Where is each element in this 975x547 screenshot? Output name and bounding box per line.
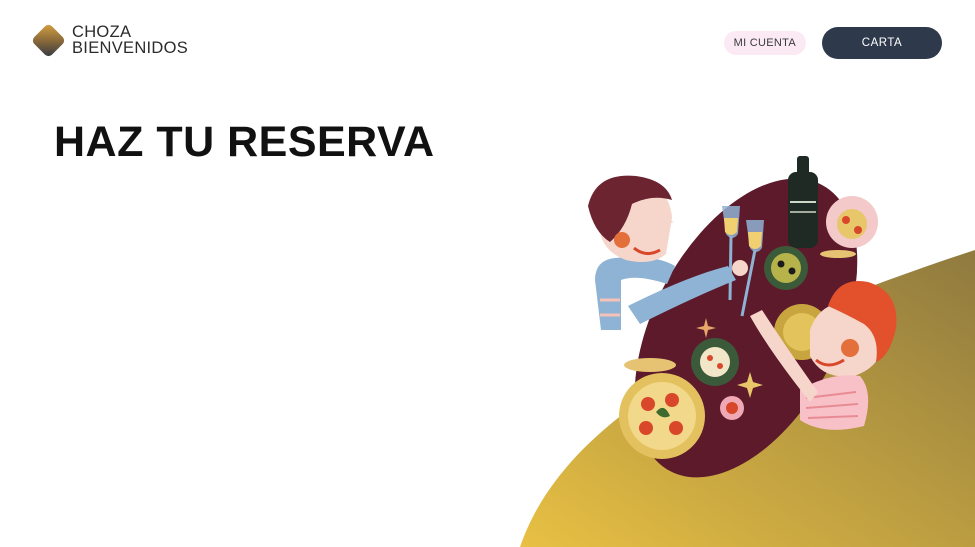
brand-text: CHOZA BIENVENIDOS: [72, 23, 189, 57]
menu-button[interactable]: CARTA: [822, 27, 942, 59]
brand-name: CHOZA: [72, 23, 132, 41]
top-nav: MI CUENTA CARTA: [723, 27, 942, 59]
logo-diamond-icon: [30, 22, 67, 58]
my-account-button[interactable]: MI CUENTA: [723, 31, 806, 55]
dinner-toast-illustration: [588, 156, 897, 478]
page-title: HAZ TU RESERVA: [54, 118, 435, 166]
brand-tagline: BIENVENIDOS: [72, 39, 189, 57]
brand-logo[interactable]: CHOZA BIENVENIDOS: [30, 22, 189, 58]
